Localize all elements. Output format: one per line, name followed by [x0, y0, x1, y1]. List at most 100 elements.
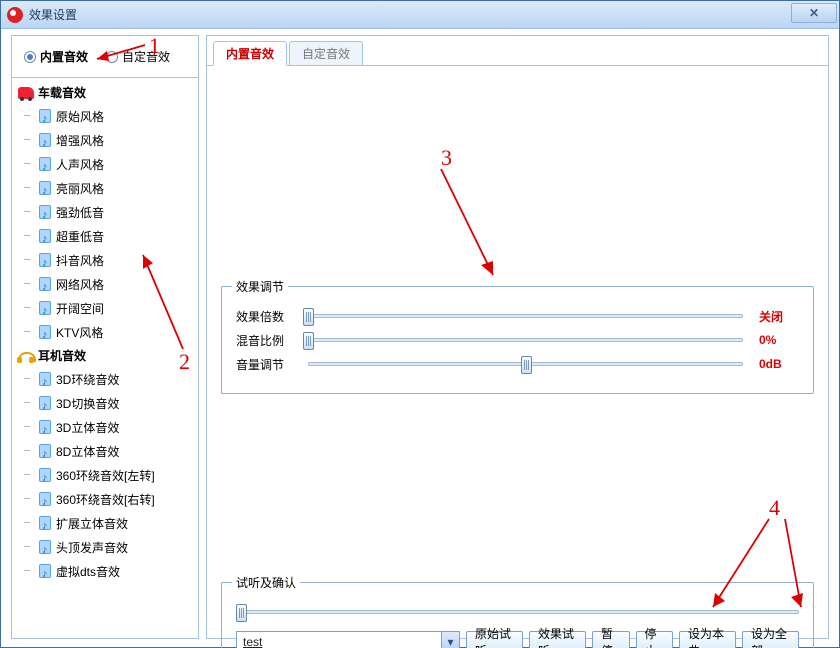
- tree-item-car[interactable]: ┄原始风格: [18, 105, 198, 129]
- tree-item-label: 360环绕音效[右转]: [56, 489, 155, 511]
- music-note-icon: [37, 277, 53, 293]
- tree-item-hp[interactable]: ┄3D切换音效: [18, 392, 198, 416]
- music-note-icon: [37, 564, 53, 580]
- chevron-down-icon[interactable]: ▾: [441, 632, 459, 648]
- tree-dash-icon: ┄: [24, 136, 34, 146]
- tree-item-car[interactable]: ┄ 开阔空间: [18, 297, 198, 321]
- group-hp-label: 耳机音效: [38, 347, 86, 364]
- effect-tree: 车载音效 ┄原始风格┄增强风格┄人声风格┄亮丽风格┄强劲低音┄超重低音┄抖音风格…: [12, 78, 198, 588]
- left-panel: 内置音效 自定音效 车载音效 ┄原始风格┄增强风格┄人声风格┄亮丽风格┄强劲低音…: [11, 35, 199, 639]
- radio-builtin[interactable]: 内置音效: [24, 48, 88, 65]
- tree-dash-icon: ┄: [24, 280, 34, 290]
- right-panel: 内置音效 自定音效 效果调节 效果倍数关闭混音比例0%音量调节0dB 试听及确认: [206, 35, 829, 639]
- tree-item-hp[interactable]: ┄ 扩展立体音效: [18, 512, 198, 536]
- body-area: 内置音效 自定音效 车载音效 ┄原始风格┄增强风格┄人声风格┄亮丽风格┄强劲低音…: [1, 29, 839, 647]
- tab-content: 效果调节 效果倍数关闭混音比例0%音量调节0dB 试听及确认 test: [207, 62, 828, 638]
- tree-item-label: 亮丽风格: [56, 178, 104, 200]
- tree-item-label: 头顶发声音效: [56, 537, 128, 559]
- tree-dash-icon: ┄: [24, 232, 34, 242]
- tree-item-car[interactable]: ┄ 超重低音: [18, 225, 198, 249]
- tree-item-hp[interactable]: ┄3D环绕音效: [18, 368, 198, 392]
- tree-item-hp[interactable]: ┄ 360环绕音效[右转]: [18, 488, 198, 512]
- music-note-icon: [37, 492, 53, 508]
- slider-value: 0%: [759, 333, 799, 347]
- mode-select: 内置音效 自定音效: [12, 36, 198, 78]
- tree-item-car[interactable]: ┄亮丽风格: [18, 177, 198, 201]
- tree-item-hp[interactable]: ┄头顶发声音效: [18, 536, 198, 560]
- group-car[interactable]: 车载音效: [18, 82, 198, 105]
- tree-item-label: 8D立体音效: [56, 441, 119, 463]
- radio-custom[interactable]: 自定音效: [106, 48, 170, 65]
- btn-effect-preview[interactable]: 效果试听: [529, 631, 586, 648]
- tree-dash-icon: ┄: [24, 112, 34, 122]
- slider-thumb[interactable]: [303, 308, 314, 326]
- tree-item-hp[interactable]: ┄3D立体音效: [18, 416, 198, 440]
- slider-rail: [308, 314, 743, 318]
- slider-thumb[interactable]: [236, 604, 247, 622]
- preview-slider[interactable]: [236, 603, 799, 621]
- tree-dash-icon: ┄: [24, 519, 34, 529]
- music-note-icon: [37, 109, 53, 125]
- btn-pause[interactable]: 暂停: [592, 631, 630, 648]
- btn-set-current[interactable]: 设为本曲: [679, 631, 736, 648]
- slider-rail: [308, 338, 743, 342]
- tree-item-hp[interactable]: ┄ 8D立体音效: [18, 440, 198, 464]
- tree-dash-icon: ┄: [24, 160, 34, 170]
- tree-dash-icon: ┄: [24, 256, 34, 266]
- slider-thumb[interactable]: [521, 356, 532, 374]
- tree-dash-icon: ┄: [24, 447, 34, 457]
- btn-stop[interactable]: 停止: [636, 631, 674, 648]
- tree-item-car[interactable]: ┄强劲低音: [18, 201, 198, 225]
- tree-item-hp[interactable]: ┄虚拟dts音效: [18, 560, 198, 584]
- group-car-label: 车载音效: [38, 84, 86, 101]
- track-combo-value: test: [237, 635, 441, 648]
- music-note-icon: [37, 133, 53, 149]
- tree-item-car[interactable]: ┄网络风格: [18, 273, 198, 297]
- music-note-icon: [37, 325, 53, 341]
- slider[interactable]: [308, 331, 743, 349]
- car-icon: [18, 87, 34, 99]
- tree-dash-icon: ┄: [24, 375, 34, 385]
- fieldset-listen-legend: 试听及确认: [232, 574, 300, 591]
- tree-item-car[interactable]: ┄KTV风格: [18, 321, 198, 345]
- tree-item-label: 开阔空间: [56, 298, 104, 320]
- btn-set-all[interactable]: 设为全部: [742, 631, 799, 648]
- car-items: ┄原始风格┄增强风格┄人声风格┄亮丽风格┄强劲低音┄超重低音┄抖音风格┄网络风格…: [18, 105, 198, 345]
- tree-item-label: 人声风格: [56, 154, 104, 176]
- fieldset-adjust-legend: 效果调节: [232, 278, 288, 295]
- tree-dash-icon: ┄: [24, 495, 34, 505]
- group-headphone[interactable]: 耳机音效: [18, 345, 198, 368]
- close-button[interactable]: ✕: [791, 3, 837, 23]
- music-note-icon: [37, 253, 53, 269]
- close-icon: ✕: [809, 6, 819, 20]
- tree-item-label: 超重低音: [56, 226, 104, 248]
- music-note-icon: [37, 396, 53, 412]
- tree-dash-icon: ┄: [24, 328, 34, 338]
- slider-thumb[interactable]: [303, 332, 314, 350]
- track-combo[interactable]: test ▾: [236, 631, 460, 648]
- tree-item-car[interactable]: ┄增强风格: [18, 129, 198, 153]
- titlebar: 效果设置 ✕: [1, 1, 839, 29]
- slider[interactable]: [308, 355, 743, 373]
- window-title: 效果设置: [29, 6, 77, 23]
- radio-dot-icon: [106, 51, 118, 63]
- music-note-icon: [37, 157, 53, 173]
- window: 效果设置 ✕ 内置音效 自定音效 车载音效 ┄原始风格┄增强风: [0, 0, 840, 648]
- tree-dash-icon: ┄: [24, 304, 34, 314]
- tree-item-label: 3D切换音效: [56, 393, 119, 415]
- tree-item-label: 扩展立体音效: [56, 513, 128, 535]
- music-note-icon: [37, 181, 53, 197]
- slider-row: 混音比例0%: [236, 331, 799, 349]
- music-note-icon: [37, 301, 53, 317]
- btn-original-preview[interactable]: 原始试听: [466, 631, 523, 648]
- slider-row: 效果倍数关闭: [236, 307, 799, 325]
- music-note-icon: [37, 229, 53, 245]
- tree-item-hp[interactable]: ┄360环绕音效[左转]: [18, 464, 198, 488]
- app-icon: [7, 7, 23, 23]
- listen-controls: test ▾ 原始试听 效果试听 暂停 停止 设为本曲 设为全部: [236, 631, 799, 648]
- tree-item-car[interactable]: ┄ 人声风格: [18, 153, 198, 177]
- slider[interactable]: [308, 307, 743, 325]
- tree-dash-icon: ┄: [24, 208, 34, 218]
- tree-item-car[interactable]: ┄抖音风格: [18, 249, 198, 273]
- music-note-icon: [37, 444, 53, 460]
